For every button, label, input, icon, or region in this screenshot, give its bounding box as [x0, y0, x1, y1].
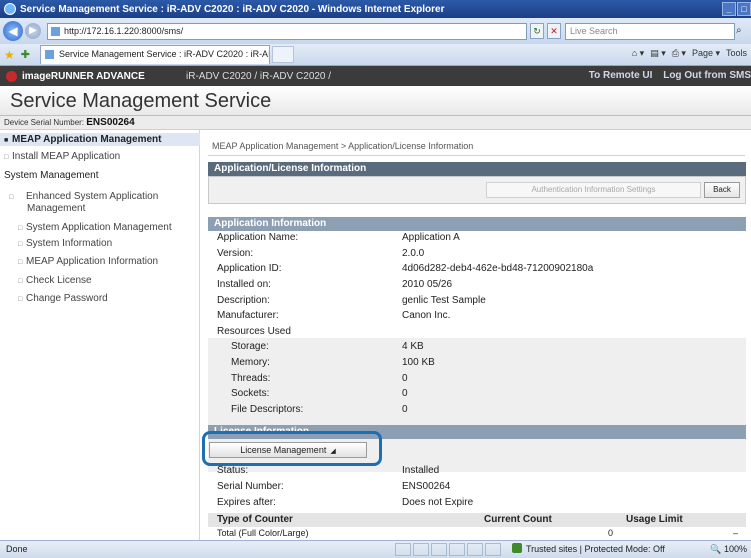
sidebar-item-check-license[interactable]: □ Check License — [0, 275, 200, 286]
tools-menu[interactable]: Tools — [726, 48, 747, 59]
home-icon[interactable]: ⌂ ▾ — [632, 48, 644, 59]
counter-count: 0 — [608, 528, 614, 538]
brand-logo-icon — [6, 70, 17, 82]
search-placeholder: Live Search — [570, 25, 618, 36]
window-controls: _ □ — [721, 2, 751, 16]
counter-table-header: Type of Counter Current Count Usage Limi… — [208, 513, 746, 527]
resource-row: Memory: 100 KB — [231, 357, 435, 368]
sidebar-item-system-information[interactable]: □ System Information — [0, 238, 200, 249]
forward-arrow-icon[interactable]: ▶ — [25, 23, 41, 39]
info-row: Description: genlic Test Sample — [217, 295, 486, 306]
info-row: Manufacturer: Canon Inc. — [217, 310, 451, 321]
counter-col-count: Current Count — [484, 514, 552, 525]
brand: imageRUNNER ADVANCE — [0, 70, 186, 82]
print-icon[interactable]: ⎙ ▾ — [672, 48, 686, 59]
popup-arrow-icon: ◢ — [330, 448, 336, 455]
breadcrumb: MEAP Application Management > Applicatio… — [212, 141, 474, 151]
restore-button[interactable]: □ — [737, 2, 751, 16]
header-links: To Remote UI Log Out from SMS — [581, 70, 751, 81]
sidebar-item-meap-app-management[interactable]: ■ MEAP Application Management — [0, 133, 200, 146]
search-input[interactable]: Live Search ⌕ — [565, 22, 742, 40]
resource-row: Sockets: 0 — [231, 388, 408, 399]
section-header-app-license: Application/License Information — [208, 162, 746, 176]
status-text: Done — [6, 544, 28, 554]
remote-ui-link[interactable]: To Remote UI — [589, 70, 653, 81]
zoom-icon: 🔍 — [710, 544, 724, 554]
divider — [208, 155, 745, 156]
window-title: Service Management Service : iR-ADV C202… — [20, 3, 445, 15]
add-favorites-icon[interactable]: ✚ — [21, 48, 30, 61]
info-row: Application Name: Application A — [217, 232, 460, 243]
info-row: Application ID: 4d06d282-deb4-462e-bd48-7… — [217, 263, 594, 274]
address-toolbar: ◀ ▶ http://172.16.1.220:8000/sms/ ↻ ✕ Li… — [0, 18, 751, 44]
sidebar-item-change-password[interactable]: □ Change Password — [0, 293, 200, 304]
bullet-icon: ■ — [4, 137, 9, 144]
sidebar-item-install-meap[interactable]: □ Install MEAP Application — [0, 151, 200, 162]
serial-value: ENS00264 — [86, 117, 135, 128]
device-header: imageRUNNER ADVANCE iR-ADV C2020 / iR-AD… — [0, 66, 751, 86]
search-icon[interactable]: ⌕ — [736, 23, 750, 40]
info-row: Installed on: 2010 05/26 — [217, 279, 453, 290]
table-row: Total (Full Color/Large) 0 – — [208, 528, 746, 540]
sidebar-item-meap-app-information[interactable]: □ MEAP Application Information — [0, 256, 200, 267]
info-row: Version: 2.0.0 — [217, 248, 425, 259]
bullet-icon: □ — [18, 296, 23, 303]
security-zone[interactable]: Trusted sites | Protected Mode: Off — [512, 541, 665, 558]
sidebar-item-enhanced-system-app[interactable]: □ Enhanced System Application Management — [0, 191, 200, 214]
status-bar: Done Trusted sites | Protected Mode: Off… — [0, 540, 751, 558]
serial-number-bar: Device Serial Number: ENS00264 — [0, 116, 751, 130]
bullet-icon: □ — [4, 154, 9, 161]
section-header-app-info: Application Information — [208, 217, 746, 231]
resource-row: Threads: 0 — [231, 373, 408, 384]
tab-bar: ★ ✚ Service Management Service : iR-ADV … — [0, 44, 751, 66]
bullet-icon: □ — [18, 259, 23, 266]
logout-link[interactable]: Log Out from SMS — [663, 70, 751, 81]
command-bar: ⌂ ▾ ▤ ▾ ⎙ ▾ Page ▾ Tools — [632, 48, 747, 59]
tab-service-management[interactable]: Service Management Service : iR-ADV C202… — [39, 45, 270, 64]
bullet-icon: □ — [18, 225, 23, 232]
favorites-star-icon[interactable]: ★ — [4, 48, 15, 62]
counter-type: Total (Full Color/Large) — [217, 528, 309, 538]
refresh-icon[interactable]: ↻ — [530, 23, 544, 39]
address-input[interactable]: http://172.16.1.220:8000/sms/ — [47, 22, 527, 40]
resource-row: File Descriptors: 0 — [231, 404, 408, 415]
back-arrow-icon[interactable]: ◀ — [3, 21, 23, 41]
minimize-button[interactable]: _ — [722, 2, 736, 16]
serial-label: Device Serial Number: — [4, 118, 85, 127]
back-button[interactable]: Back — [704, 182, 740, 198]
license-row: Status: Installed — [217, 465, 440, 476]
sidebar-item-system-app-management[interactable]: □ System Application Management — [0, 222, 200, 233]
counter-limit: – — [733, 528, 739, 538]
window-title-bar: Service Management Service : iR-ADV C202… — [0, 0, 751, 18]
status-cells — [395, 543, 501, 556]
license-management-button[interactable]: License Management ◢ — [209, 442, 367, 458]
counter-col-limit: Usage Limit — [626, 514, 683, 525]
page-title: Service Management Service — [0, 86, 751, 116]
counter-col-type: Type of Counter — [217, 514, 293, 525]
bullet-icon: □ — [18, 278, 23, 285]
check-icon — [512, 543, 522, 553]
resource-row: Storage: 4 KB — [231, 341, 424, 352]
brand-name: imageRUNNER ADVANCE — [22, 70, 145, 82]
device-name: iR-ADV C2020 / iR-ADV C2020 / — [186, 70, 332, 82]
bullet-icon: □ — [18, 241, 23, 248]
page-menu[interactable]: Page ▾ — [692, 48, 720, 59]
info-row: Resources Used — [217, 326, 291, 337]
stop-icon[interactable]: ✕ — [547, 23, 561, 39]
zoom-level[interactable]: 🔍 100% — [710, 541, 747, 558]
sidebar-heading-system-management: System Management — [4, 170, 99, 181]
license-row: Serial Number: ENS00264 — [217, 481, 451, 492]
internet-explorer-icon — [4, 3, 16, 15]
auth-settings-button: Authentication Information Settings — [486, 182, 701, 198]
bullet-icon: □ — [9, 194, 14, 201]
new-tab-button[interactable] — [271, 46, 294, 63]
feeds-icon[interactable]: ▤ ▾ — [650, 48, 666, 59]
license-row: Expires after: Does not Expire — [217, 497, 474, 508]
